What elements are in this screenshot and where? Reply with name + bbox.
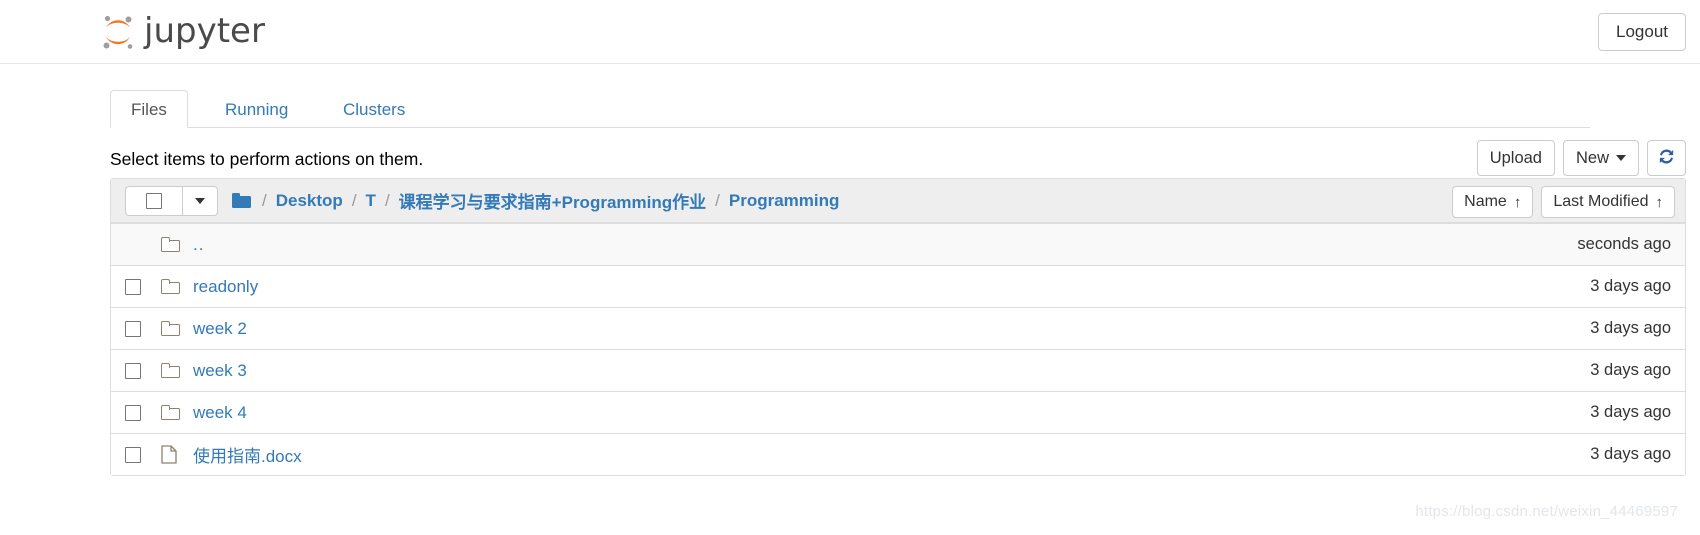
main-tabs: Files Running Clusters (110, 90, 1590, 128)
upload-button[interactable]: Upload (1476, 140, 1555, 176)
breadcrumb-item-desktop[interactable]: Desktop (276, 191, 343, 211)
file-modified: 3 days ago (1590, 319, 1671, 337)
breadcrumb-separator: / (262, 190, 267, 210)
select-all-dropdown-button[interactable] (182, 185, 218, 216)
tab-running[interactable]: Running (204, 90, 309, 128)
logout-button[interactable]: Logout (1598, 13, 1686, 51)
breadcrumb-separator: / (384, 190, 390, 210)
watermark-text: https://blog.csdn.net/weixin_44469597 (1415, 503, 1678, 520)
file-link[interactable]: week 3 (193, 361, 247, 381)
jupyter-file-browser-page: jupyter Logout Files Running Clusters Se… (0, 0, 1700, 535)
file-link[interactable]: week 4 (193, 403, 247, 423)
file-list: / Desktop / T / 课程学习与要求指南+Programming作业 … (110, 178, 1686, 476)
select-all-group (125, 185, 218, 216)
sort-by-name-button[interactable]: Name ↑ (1452, 186, 1534, 218)
breadcrumb-item-t[interactable]: T (366, 191, 376, 211)
file-icon (161, 445, 193, 464)
chevron-down-icon (1616, 155, 1626, 161)
row-checkbox[interactable] (125, 320, 161, 337)
jupyter-logo-icon (100, 11, 136, 53)
folder-icon[interactable] (232, 193, 251, 208)
checkbox-unchecked-icon (146, 192, 162, 209)
row-checkbox[interactable] (125, 446, 161, 463)
file-modified: 3 days ago (1590, 403, 1671, 421)
checkbox-unchecked-icon (125, 404, 141, 421)
tree-toolbar: Upload New (1476, 140, 1686, 176)
arrow-up-icon: ↑ (1513, 193, 1522, 211)
sort-name-label: Name (1464, 193, 1507, 210)
checkbox-unchecked-icon (125, 362, 141, 379)
jupyter-brand[interactable]: jupyter (100, 8, 265, 56)
refresh-icon (1657, 147, 1676, 170)
file-modified: 3 days ago (1590, 445, 1671, 463)
file-link[interactable]: .. (193, 235, 204, 255)
row-checkbox[interactable] (125, 278, 161, 295)
list-item[interactable]: readonly 3 days ago (111, 265, 1685, 307)
list-item[interactable]: week 2 3 days ago (111, 307, 1685, 349)
file-modified: seconds ago (1577, 235, 1671, 253)
checkbox-unchecked-icon (125, 320, 141, 337)
breadcrumb-item-course[interactable]: 课程学习与要求指南+Programming作业 (399, 188, 706, 213)
tab-clusters[interactable]: Clusters (322, 90, 426, 128)
folder-icon (161, 362, 193, 379)
sort-modified-label: Last Modified (1553, 193, 1649, 210)
checkbox-unchecked-icon (125, 446, 141, 463)
sort-by-modified-button[interactable]: Last Modified ↑ (1541, 186, 1675, 218)
breadcrumb-separator: / (351, 190, 357, 210)
file-list-header: / Desktop / T / 课程学习与要求指南+Programming作业 … (111, 179, 1685, 223)
row-checkbox[interactable] (125, 404, 161, 421)
tab-files[interactable]: Files (110, 90, 188, 128)
file-link[interactable]: week 2 (193, 319, 247, 339)
list-item[interactable]: .. seconds ago (111, 223, 1685, 265)
select-all-checkbox[interactable] (125, 185, 182, 216)
list-item[interactable]: week 3 3 days ago (111, 349, 1685, 391)
folder-icon (161, 404, 193, 421)
new-dropdown-button[interactable]: New (1562, 140, 1639, 176)
arrow-up-icon: ↑ (1655, 193, 1664, 211)
list-item[interactable]: 使用指南.docx 3 days ago (111, 433, 1685, 475)
sort-buttons: Name ↑ Last Modified ↑ (1452, 186, 1675, 218)
row-checkbox[interactable] (125, 362, 161, 379)
breadcrumb-item-programming[interactable]: Programming (729, 191, 840, 211)
chevron-down-icon (195, 197, 205, 204)
file-link[interactable]: readonly (193, 277, 258, 297)
folder-icon (161, 236, 193, 253)
checkbox-unchecked-icon (125, 278, 141, 295)
refresh-button[interactable] (1647, 140, 1686, 176)
file-modified: 3 days ago (1590, 361, 1671, 379)
breadcrumb: / Desktop / T / 课程学习与要求指南+Programming作业 … (232, 188, 839, 213)
new-dropdown-label: New (1575, 149, 1609, 167)
file-modified: 3 days ago (1590, 277, 1671, 295)
selection-hint-text: Select items to perform actions on them. (110, 149, 424, 169)
breadcrumb-separator: / (715, 190, 720, 210)
folder-icon (161, 320, 193, 337)
brand-text: jupyter (144, 10, 265, 51)
folder-icon (161, 278, 193, 295)
file-link[interactable]: 使用指南.docx (193, 442, 302, 467)
page-header: jupyter Logout (0, 0, 1700, 64)
list-item[interactable]: week 4 3 days ago (111, 391, 1685, 433)
